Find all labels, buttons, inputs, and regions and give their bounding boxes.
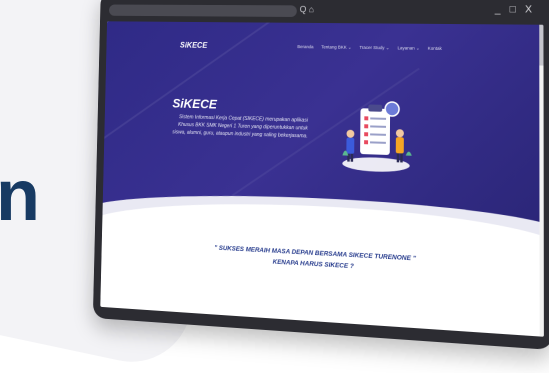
background-letter: n xyxy=(0,160,40,232)
address-bar[interactable] xyxy=(109,5,297,17)
nav-item-tracer-study[interactable]: Tracer Study ⌄ xyxy=(359,45,389,51)
site-logo[interactable]: SiKECE xyxy=(180,41,207,50)
toolbar-icons[interactable]: Q ⌂ xyxy=(300,4,314,14)
nav-menu: Beranda Tentang BKK ⌄ Tracer Study ⌄ Lay… xyxy=(297,44,442,52)
browser-viewport: SiKECE Beranda Tentang BKK ⌄ Tracer Stud… xyxy=(100,21,544,336)
browser-device: Q ⌂ _ □ X SiKECE Beranda Tentang BKK ⌄ T… xyxy=(93,0,549,350)
hero-description: Sistem Informasi Kerja Cepat (SIKECE) me… xyxy=(167,113,308,141)
hero-title: SiKECE xyxy=(172,96,217,111)
hero-section: SiKECE Beranda Tentang BKK ⌄ Tracer Stud… xyxy=(103,21,544,225)
nav-item-kontak[interactable]: Kontak xyxy=(428,46,442,52)
site-navbar: SiKECE Beranda Tentang BKK ⌄ Tracer Stud… xyxy=(106,36,543,61)
scrollbar-thumb[interactable] xyxy=(539,25,543,66)
checklist-illustration xyxy=(336,94,416,176)
browser-titlebar: Q ⌂ _ □ X xyxy=(109,3,541,23)
nav-item-layanan[interactable]: Layanan ⌄ xyxy=(397,45,419,51)
nav-item-tentang-bkk[interactable]: Tentang BKK ⌄ xyxy=(321,44,351,50)
nav-item-beranda[interactable]: Beranda xyxy=(297,44,313,50)
scrollbar[interactable] xyxy=(539,25,544,337)
window-controls[interactable]: _ □ X xyxy=(495,4,535,15)
